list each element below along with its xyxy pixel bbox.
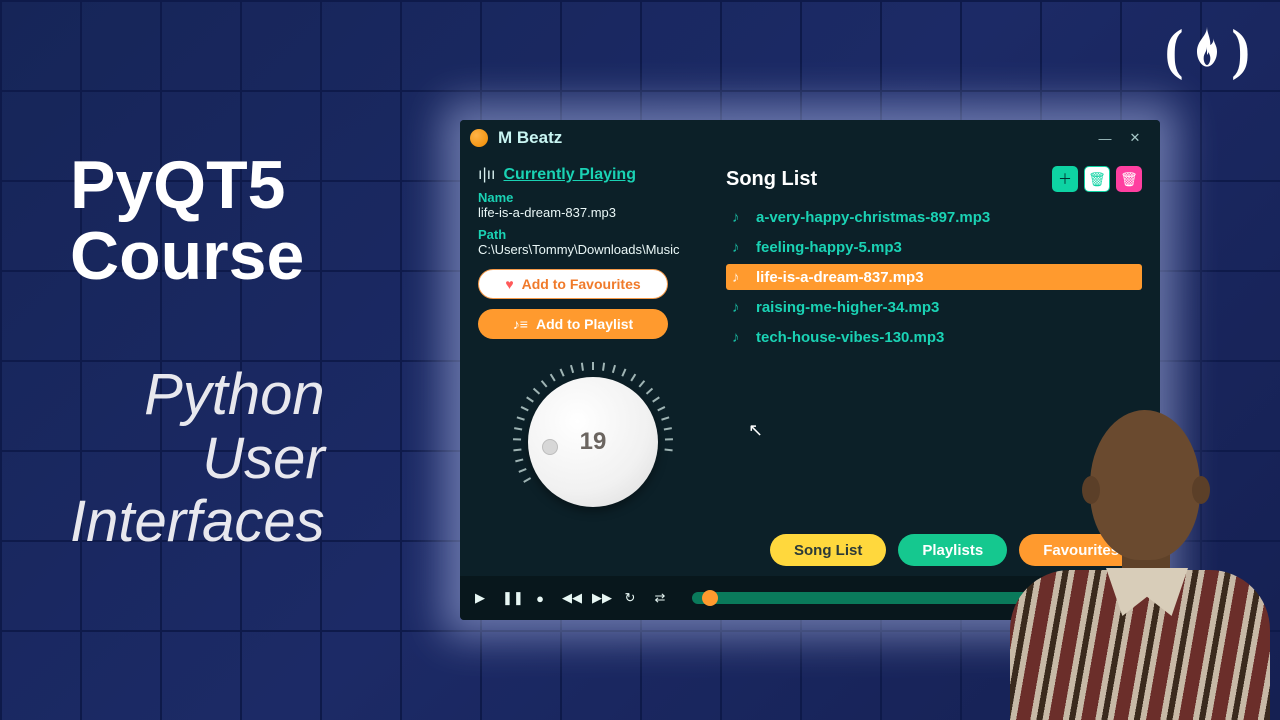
repeat-button[interactable]: ↻ [622,590,638,606]
volume-dial[interactable]: 19 [508,357,678,527]
promo-sub-1: Python [70,363,325,427]
app-icon [470,129,488,147]
close-button[interactable]: ✕ [1120,130,1150,146]
name-label: Name [478,190,708,205]
song-name: life-is-a-dream-837.mp3 [756,269,924,286]
dial-value: 19 [580,428,607,456]
song-item[interactable]: ♪ a-very-happy-christmas-897.mp3 [726,204,1142,230]
fire-icon [1187,26,1227,74]
promo-title-1: PyQT5 [70,150,325,221]
song-item[interactable]: ♪ feeling-happy-5.mp3 [726,234,1142,260]
promo-title-2: Course [70,221,325,292]
equalizer-icon: ı|ıı [478,166,496,184]
song-item[interactable]: ♪ raising-me-higher-34.mp3 [726,294,1142,320]
add-pl-label: Add to Playlist [536,316,633,332]
pause-button[interactable]: ❚❚ [502,590,518,606]
song-list: ♪ a-very-happy-christmas-897.mp3 ♪ feeling-… [726,204,1142,350]
add-song-button[interactable]: ＋ [1052,166,1078,192]
music-note-icon: ♪ [732,209,748,226]
app-title: M Beatz [498,128,562,148]
song-name: raising-me-higher-34.mp3 [756,299,939,316]
music-note-icon: ♪ [732,269,748,286]
add-favourites-button[interactable]: ♥ Add to Favourites [478,269,668,299]
forward-button[interactable]: ▶▶ [592,590,608,606]
promo-sub-3: Interfaces [70,490,325,554]
promo-text: PyQT5 Course Python User Interfaces [70,150,325,554]
tab-song-list[interactable]: Song List [770,534,886,566]
rewind-button[interactable]: ◀◀ [562,590,578,606]
path-label: Path [478,227,708,242]
path-value: C:\Users\Tommy\Downloads\Music [478,242,708,258]
presenter-photo [1010,380,1270,720]
seek-bar[interactable] [692,592,1028,604]
shuffle-button[interactable]: ⇄ [652,590,668,606]
trash-icon: 🗑 [1088,171,1106,188]
minimize-button[interactable]: — [1090,131,1120,146]
song-name: feeling-happy-5.mp3 [756,239,902,256]
stop-button[interactable]: ● [532,591,548,606]
now-playing-pane: ı|ıı Currently Playing Name life-is-a-dr… [478,166,708,576]
trash-icon: 🗑 [1120,171,1138,188]
add-fav-label: Add to Favourites [522,276,641,292]
playlist-add-icon: ♪≡ [513,316,528,332]
song-name: tech-house-vibes-130.mp3 [756,329,944,346]
add-playlist-button[interactable]: ♪≡ Add to Playlist [478,309,668,339]
song-list-heading: Song List [726,168,817,191]
heart-icon: ♥ [505,276,513,292]
play-button[interactable]: ▶ [472,590,488,606]
delete-song-button[interactable]: 🗑 [1084,166,1110,192]
song-item[interactable]: ♪ life-is-a-dream-837.mp3 [726,264,1142,290]
promo-sub-2: User [70,427,325,491]
seek-thumb[interactable] [702,590,718,606]
remove-all-button[interactable]: 🗑 [1116,166,1142,192]
name-value: life-is-a-dream-837.mp3 [478,205,708,221]
dial-indicator-icon [542,439,558,455]
tab-playlists[interactable]: Playlists [898,534,1007,566]
song-name: a-very-happy-christmas-897.mp3 [756,209,990,226]
freecodecamp-logo: ( ) [1165,18,1250,82]
plus-icon: ＋ [1058,169,1072,189]
titlebar: M Beatz — ✕ [460,120,1160,156]
song-item[interactable]: ♪ tech-house-vibes-130.mp3 [726,324,1142,350]
music-note-icon: ♪ [732,329,748,346]
music-note-icon: ♪ [732,299,748,316]
currently-playing-heading[interactable]: Currently Playing [504,166,636,184]
music-note-icon: ♪ [732,239,748,256]
